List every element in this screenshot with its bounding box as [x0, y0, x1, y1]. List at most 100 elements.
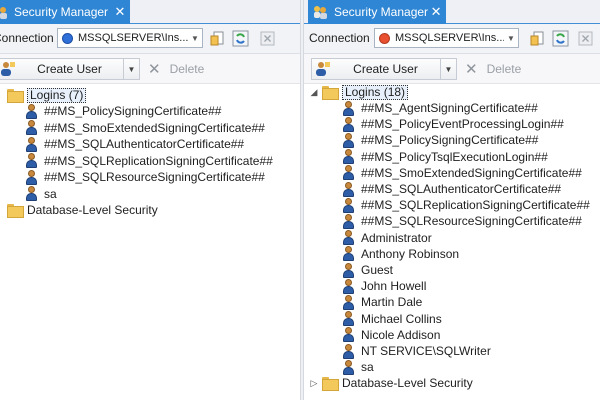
- tree-node-login[interactable]: Administrator: [342, 230, 432, 246]
- tree-node-login[interactable]: ##MS_SQLReplicationSigningCertificate##: [342, 197, 590, 213]
- security-manager-icon: [0, 4, 8, 20]
- login-name: Michael Collins: [361, 311, 442, 326]
- tree-node-login[interactable]: ##MS_SQLReplicationSigningCertificate##: [25, 153, 273, 169]
- logins-label: Logins (7): [27, 87, 87, 103]
- logins-label: Logins (18): [342, 84, 409, 100]
- add-user-icon: [315, 61, 331, 77]
- login-name: ##MS_SQLAuthenticatorCertificate##: [361, 182, 562, 196]
- security-manager-icon: [312, 4, 328, 20]
- close-connection-icon[interactable]: [577, 30, 594, 47]
- user-icon: [342, 246, 355, 262]
- tree-node-login[interactable]: ##MS_SmoExtendedSigningCertificate##: [342, 165, 582, 181]
- user-icon: [342, 100, 355, 116]
- close-icon[interactable]: ✕: [428, 4, 444, 20]
- user-icon: [342, 197, 355, 213]
- tree-node-login[interactable]: sa: [25, 186, 57, 202]
- user-icon: [342, 181, 355, 197]
- delete-label: Delete: [169, 62, 205, 76]
- tree-node-login[interactable]: ##MS_PolicyTsqlExecutionLogin##: [342, 149, 548, 165]
- tree-node-login[interactable]: Guest: [342, 262, 393, 278]
- create-user-label: Create User: [353, 62, 418, 76]
- login-name: ##MS_SQLAuthenticatorCertificate##: [44, 137, 245, 151]
- chevron-down-icon[interactable]: ▼: [440, 59, 456, 79]
- chevron-down-icon[interactable]: ▼: [123, 59, 139, 79]
- expand-collapse-icon[interactable]: ▷: [309, 378, 319, 389]
- tree-node-label: Database-Level Security: [342, 376, 473, 391]
- tree-node-login[interactable]: John Howell: [342, 278, 426, 294]
- tree-node-database-level-security[interactable]: Database-Level Security: [7, 202, 158, 218]
- tree-node-login[interactable]: ##MS_SmoExtendedSigningCertificate##: [25, 120, 265, 136]
- tab-security-manager[interactable]: Security Manager ✕: [308, 0, 446, 24]
- tree-node-login[interactable]: Michael Collins: [342, 311, 442, 327]
- connection-status-icon: [379, 32, 390, 44]
- user-icon: [342, 343, 355, 359]
- user-icon: [25, 186, 38, 201]
- login-name: Martin Dale: [361, 295, 423, 310]
- tree-node-login[interactable]: ##MS_PolicySigningCertificate##: [25, 103, 221, 119]
- connection-value: MSSQLSERVER\Ins...: [395, 32, 504, 44]
- refresh-icon[interactable]: [552, 30, 569, 47]
- connection-value: MSSQLSERVER\Ins...: [78, 32, 188, 44]
- connection-select[interactable]: MSSQLSERVER\Ins... ▼: [57, 28, 203, 48]
- login-name: Guest: [361, 263, 394, 277]
- tab-label: Security Manager: [334, 5, 429, 19]
- connection-select[interactable]: MSSQLSERVER\Ins... ▼: [374, 28, 519, 48]
- expand-collapse-icon[interactable]: ◢: [309, 87, 319, 98]
- tree-node-login[interactable]: ##MS_PolicySigningCertificate##: [342, 132, 538, 148]
- user-icon: [342, 116, 355, 132]
- login-name: ##MS_AgentSigningCertificate##: [361, 101, 538, 115]
- folder-icon: [322, 86, 339, 100]
- tree-node-login[interactable]: ##MS_SQLResourceSigningCertificate##: [342, 213, 582, 229]
- user-icon: [342, 327, 355, 343]
- user-icon: [342, 278, 355, 294]
- user-icon: [342, 262, 355, 278]
- user-icon: [25, 136, 38, 152]
- tree-node-database-level-security[interactable]: ▷ Database-Level Security: [309, 375, 473, 392]
- login-name: John Howell: [361, 279, 427, 294]
- delete-icon: ✕: [148, 61, 161, 78]
- connection-toolbar: Connection MSSQLSERVER\Ins... ▼: [304, 24, 600, 54]
- user-icon: [342, 230, 355, 246]
- create-user-label: Create User: [37, 62, 102, 76]
- tab-label: Security Manager: [14, 5, 109, 19]
- user-icon: [25, 103, 38, 119]
- login-name: ##MS_SQLResourceSigningCertificate##: [44, 170, 265, 184]
- tree-node-login[interactable]: Nicole Addison: [342, 327, 440, 343]
- folder-icon: [322, 377, 339, 392]
- command-toolbar: Create User ▼ ✕ Delete: [0, 54, 300, 84]
- tree-node-login[interactable]: ##MS_SQLAuthenticatorCertificate##: [342, 181, 561, 197]
- user-icon: [25, 169, 38, 185]
- tree-node-login[interactable]: ##MS_PolicyEventProcessingLogin##: [342, 116, 564, 132]
- tree-node-logins[interactable]: Logins (7): [7, 87, 87, 103]
- tab-security-manager[interactable]: Security Manager ✕: [0, 0, 130, 24]
- chevron-down-icon[interactable]: ▼: [188, 34, 202, 43]
- login-name: Nicole Addison: [361, 327, 441, 342]
- tree-node-login[interactable]: NT SERVICE\SQLWriter: [342, 343, 491, 359]
- user-icon: [25, 120, 38, 135]
- close-connection-icon[interactable]: [259, 30, 276, 47]
- connection-label: Connection: [309, 31, 370, 45]
- tree-node-login[interactable]: ##MS_SQLResourceSigningCertificate##: [25, 169, 265, 185]
- tree-node-login[interactable]: Martin Dale: [342, 294, 422, 310]
- user-icon: [342, 311, 355, 327]
- delete-button[interactable]: ✕ Delete: [465, 58, 521, 80]
- security-manager-pane-right: Security Manager ✕ Connection MSSQLSERVE…: [304, 0, 600, 400]
- create-user-button[interactable]: Create User ▼: [311, 58, 457, 80]
- create-user-button[interactable]: Create User ▼: [0, 58, 140, 80]
- login-name: ##MS_PolicyEventProcessingLogin##: [361, 117, 564, 132]
- refresh-icon[interactable]: [232, 30, 249, 47]
- security-manager-pane-left: Security Manager ✕ Connection MSSQLSERVE…: [0, 0, 300, 400]
- tree-node-login[interactable]: sa: [342, 359, 374, 375]
- script-icon[interactable]: [529, 30, 546, 47]
- tree-node-logins[interactable]: ◢ Logins (18): [309, 84, 409, 100]
- delete-button[interactable]: ✕ Delete: [148, 58, 204, 80]
- tree-node-login[interactable]: ##MS_AgentSigningCertificate##: [342, 100, 538, 116]
- chevron-down-icon[interactable]: ▼: [504, 34, 518, 43]
- user-icon: [342, 132, 355, 148]
- close-icon[interactable]: ✕: [112, 4, 128, 20]
- tree-node-login[interactable]: ##MS_SQLAuthenticatorCertificate##: [25, 136, 244, 152]
- script-icon[interactable]: [209, 30, 226, 47]
- document-tabstrip: Security Manager ✕: [304, 0, 600, 24]
- login-name: sa: [44, 186, 57, 201]
- tree-node-login[interactable]: Anthony Robinson: [342, 246, 459, 262]
